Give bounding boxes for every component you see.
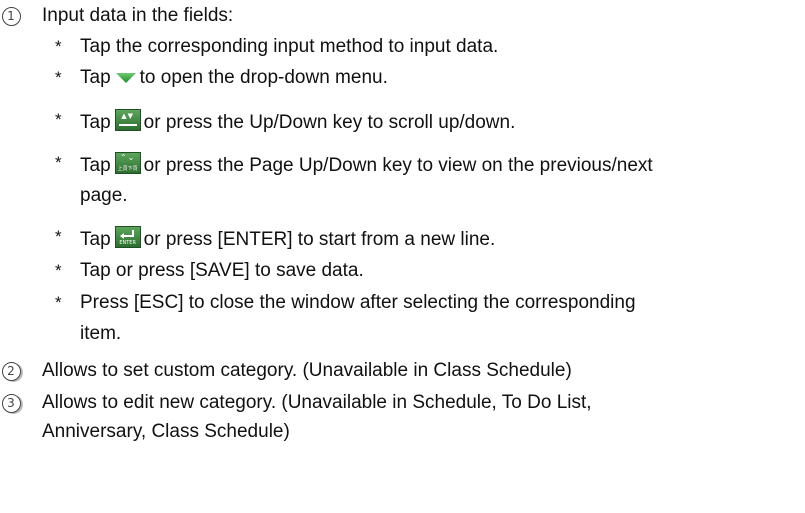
circled-number-3: 3: [0, 392, 22, 414]
circled-number-2: 2: [0, 360, 22, 382]
bullet-star: *: [55, 110, 62, 129]
item-1-text: Input data in the fields:: [42, 5, 234, 26]
bullet-star: *: [55, 68, 62, 87]
sub-item-4-text: Tap ⌃⌄ 上頁下頁 or press the Page Up/Down key t…: [80, 152, 653, 176]
item-2-text: Allows to set custom category. (Unavaila…: [42, 360, 572, 381]
item-3-continuation: Anniversary, Class Schedule): [42, 421, 290, 442]
enter-icon: ENTER: [114, 226, 141, 248]
bullet-star: *: [55, 293, 62, 312]
sub-item-5-text: Tap ENTER or press [ENTER] to start from a…: [80, 226, 795, 251]
sub-item-3-text: Tap ▲▼ or press the Up/Down key to scroll …: [80, 109, 795, 134]
bullet-star: *: [55, 153, 62, 172]
sub-item-6-text: Tap or press [SAVE] to save data.: [80, 260, 364, 281]
circled-number-1: 1: [0, 5, 22, 27]
sub-item-2-text: Tap to open the drop-down menu.: [80, 67, 388, 88]
bullet-star: *: [55, 37, 62, 56]
sub-item-7-text: Press [ESC] to close the window after se…: [80, 292, 636, 313]
up-down-scroll-icon: ▲▼: [114, 109, 141, 131]
sub-item-4-continuation: page.: [80, 185, 128, 206]
page-up-down-icon: ⌃⌄ 上頁下頁: [114, 152, 141, 174]
bullet-star: *: [55, 227, 62, 246]
sub-item-7-continuation: item.: [80, 323, 122, 344]
item-3-text: Allows to edit new category. (Unavailabl…: [42, 392, 592, 413]
green-dropdown-arrow-icon: [115, 68, 137, 83]
sub-item-1-text: Tap the corresponding input method to in…: [80, 36, 499, 57]
bullet-star: *: [55, 261, 62, 280]
